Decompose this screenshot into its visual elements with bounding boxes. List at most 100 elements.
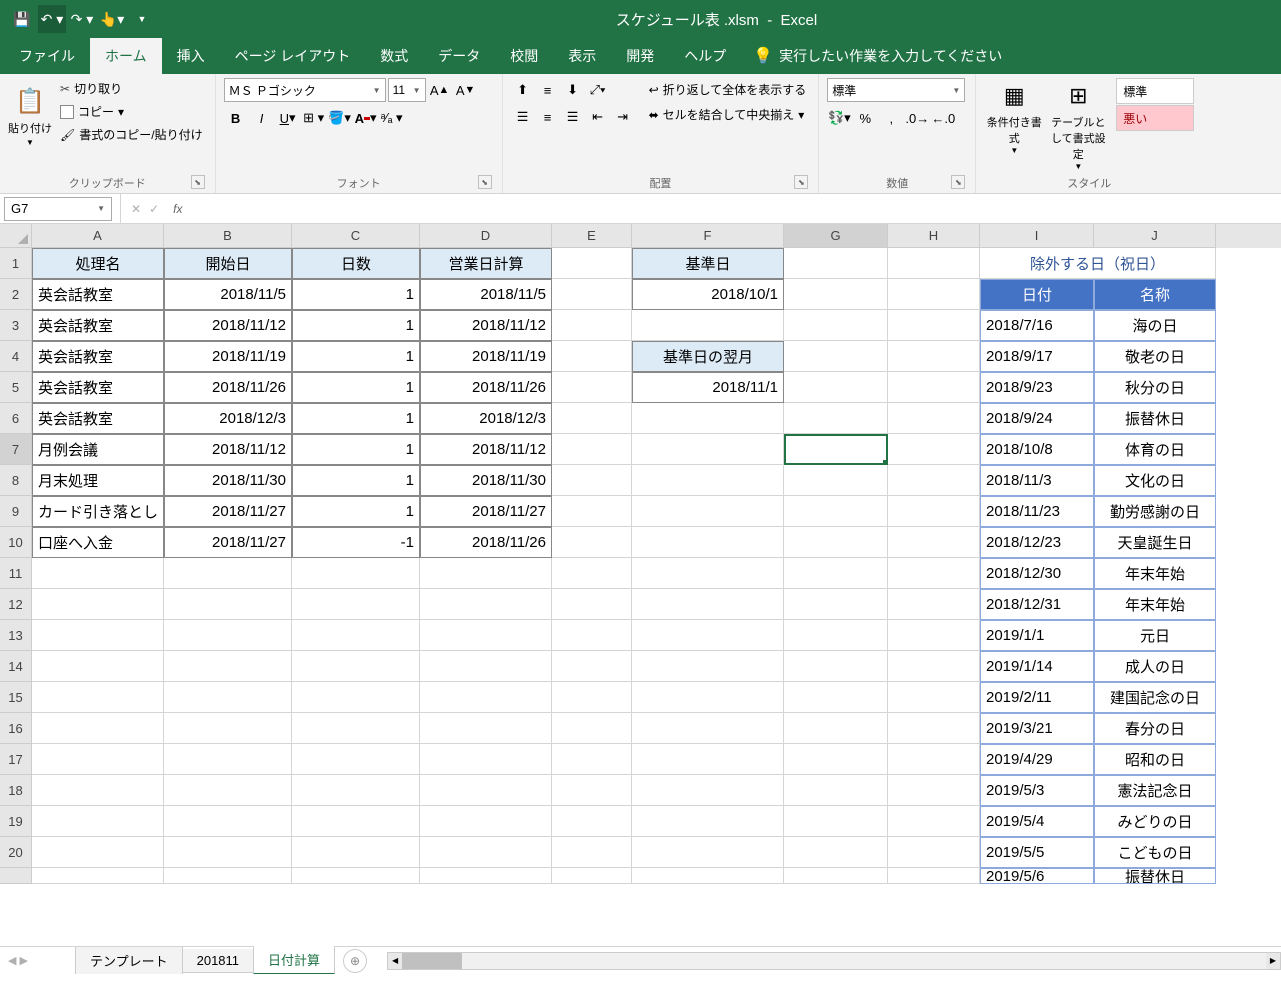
cell-C11[interactable] [292,558,420,589]
cell-H21[interactable] [888,868,980,884]
cell-F18[interactable] [632,775,784,806]
cell-H16[interactable] [888,713,980,744]
row-header-5[interactable]: 5 [0,372,32,403]
cell-D16[interactable] [420,713,552,744]
row-header-9[interactable]: 9 [0,496,32,527]
cell-E5[interactable] [552,372,632,403]
col-header-F[interactable]: F [632,224,784,248]
cell-I12[interactable]: 2018/12/31 [980,589,1094,620]
cell-A12[interactable] [32,589,164,620]
cell-F11[interactable] [632,558,784,589]
tab-developer[interactable]: 開発 [611,38,669,74]
touch-mode-button[interactable]: 👆▾ [98,5,126,33]
undo-button[interactable]: ↶ ▾ [38,5,66,33]
cell-A14[interactable] [32,651,164,682]
cell-A4[interactable]: 英会話教室 [32,341,164,372]
new-sheet-button[interactable]: ⊕ [343,949,367,973]
col-header-C[interactable]: C [292,224,420,248]
cell-A16[interactable] [32,713,164,744]
cell-A5[interactable]: 英会話教室 [32,372,164,403]
cell-F20[interactable] [632,837,784,868]
cell-C20[interactable] [292,837,420,868]
cell-G18[interactable] [784,775,888,806]
cell-A2[interactable]: 英会話教室 [32,279,164,310]
cell-G13[interactable] [784,620,888,651]
cell-J6[interactable]: 振替休日 [1094,403,1216,434]
decrease-font-button[interactable]: A▼ [454,78,478,102]
sheet-tab-date-calc[interactable]: 日付計算 [253,946,335,974]
format-as-table-button[interactable]: ⊞ テーブルとして書式設定▼ [1048,78,1108,171]
row-header-6[interactable]: 6 [0,403,32,434]
cell-I5[interactable]: 2018/9/23 [980,372,1094,403]
horizontal-scrollbar[interactable]: ◀ ▶ [387,952,1281,970]
cell-J3[interactable]: 海の日 [1094,310,1216,341]
cell-E18[interactable] [552,775,632,806]
tab-help[interactable]: ヘルプ [669,38,741,74]
increase-decimal-button[interactable]: .0→ [905,106,929,130]
cell-H6[interactable] [888,403,980,434]
cell-E8[interactable] [552,465,632,496]
align-middle-button[interactable]: ≡ [536,78,560,102]
increase-indent-button[interactable]: ⇥ [611,105,635,129]
cell-G4[interactable] [784,341,888,372]
row-header-8[interactable]: 8 [0,465,32,496]
paste-button[interactable]: 📋 貼り付け ▼ [8,78,52,154]
cell-G19[interactable] [784,806,888,837]
cell-D3[interactable]: 2018/11/12 [420,310,552,341]
cell-F17[interactable] [632,744,784,775]
row-header-18[interactable]: 18 [0,775,32,806]
cell-F13[interactable] [632,620,784,651]
cell-C9[interactable]: 1 [292,496,420,527]
cell-D5[interactable]: 2018/11/26 [420,372,552,403]
row-header-11[interactable]: 11 [0,558,32,589]
scroll-right-button[interactable]: ▶ [1266,953,1280,969]
sheet-nav[interactable]: ◀ ▶ [0,954,36,967]
cell-G16[interactable] [784,713,888,744]
cell-F8[interactable] [632,465,784,496]
cell-J17[interactable]: 昭和の日 [1094,744,1216,775]
cell-I7[interactable]: 2018/10/8 [980,434,1094,465]
cell-J15[interactable]: 建国記念の日 [1094,682,1216,713]
cell-C5[interactable]: 1 [292,372,420,403]
tab-file[interactable]: ファイル [4,38,90,74]
cell-E3[interactable] [552,310,632,341]
cell-D12[interactable] [420,589,552,620]
cell-B11[interactable] [164,558,292,589]
formula-input[interactable] [198,197,1281,221]
cell-J7[interactable]: 体育の日 [1094,434,1216,465]
cell-D9[interactable]: 2018/11/27 [420,496,552,527]
cell-J9[interactable]: 勤労感謝の日 [1094,496,1216,527]
cell-G1[interactable] [784,248,888,279]
cell-D14[interactable] [420,651,552,682]
cell-A8[interactable]: 月末処理 [32,465,164,496]
cell-D1[interactable]: 営業日計算 [420,248,552,279]
cell-E4[interactable] [552,341,632,372]
cell-J11[interactable]: 年末年始 [1094,558,1216,589]
qat-customize[interactable]: ▼ [128,5,156,33]
cell-G12[interactable] [784,589,888,620]
cell-J8[interactable]: 文化の日 [1094,465,1216,496]
cell-A17[interactable] [32,744,164,775]
tab-formulas[interactable]: 数式 [365,38,423,74]
cell-I17[interactable]: 2019/4/29 [980,744,1094,775]
phonetic-button[interactable]: ᵃ⁄ₐ ▾ [380,106,404,130]
cell-styles-gallery[interactable]: 標準 悪い [1112,78,1194,131]
cell-E14[interactable] [552,651,632,682]
cell-I19[interactable]: 2019/5/4 [980,806,1094,837]
cell-G14[interactable] [784,651,888,682]
merge-center-button[interactable]: ⬌セルを結合して中央揃え ▾ [645,103,811,126]
cell-H12[interactable] [888,589,980,620]
cell-A13[interactable] [32,620,164,651]
cell-E10[interactable] [552,527,632,558]
cell-C3[interactable]: 1 [292,310,420,341]
cell-I3[interactable]: 2018/7/16 [980,310,1094,341]
cell-J10[interactable]: 天皇誕生日 [1094,527,1216,558]
cell-C10[interactable]: -1 [292,527,420,558]
cell-B4[interactable]: 2018/11/19 [164,341,292,372]
cell-F4[interactable]: 基準日の翌月 [632,341,784,372]
scroll-thumb[interactable] [402,953,462,969]
cell-H19[interactable] [888,806,980,837]
col-header-I[interactable]: I [980,224,1094,248]
cell-A19[interactable] [32,806,164,837]
cell-I2[interactable]: 日付 [980,279,1094,310]
